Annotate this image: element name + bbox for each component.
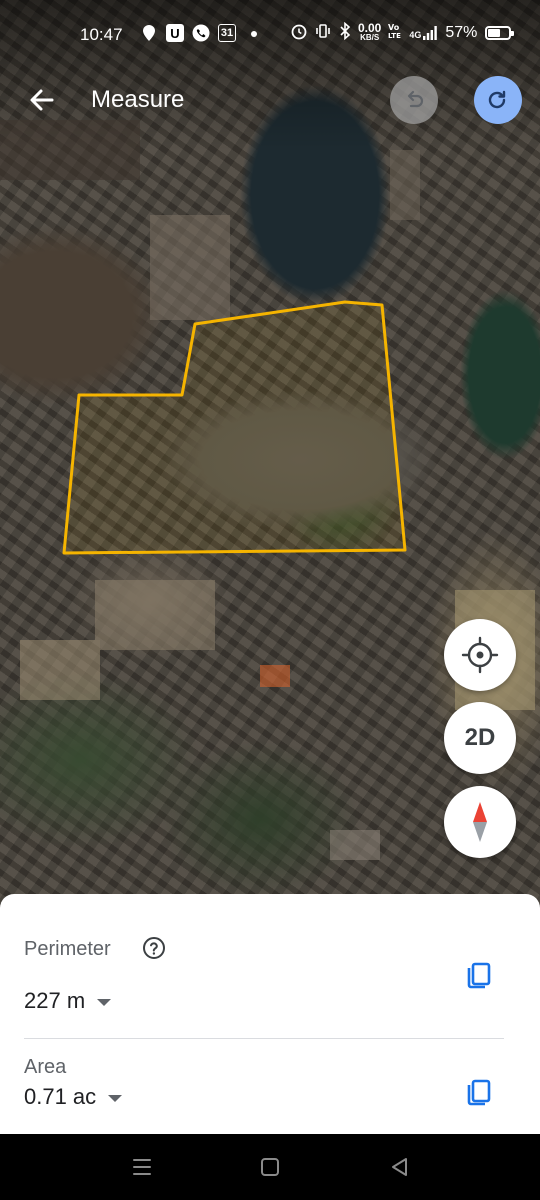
home-button[interactable]: [257, 1154, 283, 1180]
area-unit-dropdown[interactable]: 0.71 ac: [24, 1084, 123, 1110]
notification-icons: U 31: [140, 24, 236, 42]
sheet-divider: [24, 1038, 504, 1039]
home-icon: [261, 1158, 279, 1176]
chevron-down-icon: [108, 1094, 123, 1102]
help-icon: [143, 937, 165, 959]
arrow-back-icon: [30, 89, 54, 111]
menu-icon: [133, 1159, 151, 1175]
my-location-button[interactable]: [444, 619, 516, 691]
chevron-down-icon: [97, 998, 112, 1006]
undo-icon: [407, 90, 424, 108]
view-mode-label: 2D: [464, 724, 496, 751]
copy-area-button[interactable]: [462, 1075, 496, 1109]
compass-button[interactable]: [444, 786, 516, 858]
measure-toolbar: Measure: [0, 72, 540, 128]
system-nav-bar: [0, 1134, 540, 1200]
svg-text:LTE: LTE: [388, 32, 401, 40]
help-button[interactable]: [142, 936, 166, 960]
u-app-icon: U: [166, 24, 184, 42]
signal-icon: 4G: [409, 25, 438, 40]
copy-perimeter-button[interactable]: [462, 958, 496, 992]
my-location-icon: [461, 636, 499, 674]
phone-call-icon: [192, 24, 210, 42]
perimeter-label: Perimeter: [24, 938, 111, 960]
calendar-icon: 31: [218, 24, 236, 42]
volte-icon: Vo LTE: [387, 22, 403, 43]
battery-percent: 57%: [445, 23, 478, 41]
more-notifications-dot: [251, 31, 257, 37]
status-time: 10:47: [80, 25, 123, 44]
svg-text:Vo: Vo: [388, 23, 400, 32]
measure-polygon-layer: [0, 120, 535, 860]
compass-icon: [473, 802, 487, 842]
recents-button[interactable]: [129, 1154, 155, 1180]
view-mode-button[interactable]: 2D: [444, 702, 516, 774]
location-pin-icon: [140, 24, 158, 42]
measurement-sheet: Perimeter 227 m Area 0.71 ac: [0, 894, 540, 1134]
back-button[interactable]: [22, 80, 62, 120]
redo-button[interactable]: [474, 76, 522, 124]
vibrate-icon: [314, 22, 332, 43]
undo-button[interactable]: [390, 76, 438, 124]
perimeter-unit-dropdown[interactable]: 227 m: [24, 988, 112, 1014]
area-label: Area: [24, 1056, 67, 1078]
network-speed: 0.00 KB/S: [358, 20, 382, 42]
nav-back-button[interactable]: [387, 1154, 413, 1180]
alarm-icon: [290, 22, 308, 43]
area-value: 0.71 ac: [24, 1084, 97, 1109]
copy-icon: [467, 1079, 491, 1106]
copy-icon: [467, 962, 491, 989]
perimeter-value: 227 m: [24, 988, 86, 1013]
page-title: Measure: [91, 86, 185, 113]
status-bar: 10:47 U 31 0.00 KB/S Vo LTE 4G 57%: [0, 0, 540, 68]
triangle-back-icon: [392, 1158, 407, 1176]
bluetooth-icon: [338, 21, 352, 43]
measured-area-polygon[interactable]: [62, 300, 407, 555]
redo-icon: [488, 90, 506, 109]
battery-icon: [485, 25, 515, 40]
system-status-icons: 0.00 KB/S Vo LTE 4G 57%: [290, 20, 515, 43]
